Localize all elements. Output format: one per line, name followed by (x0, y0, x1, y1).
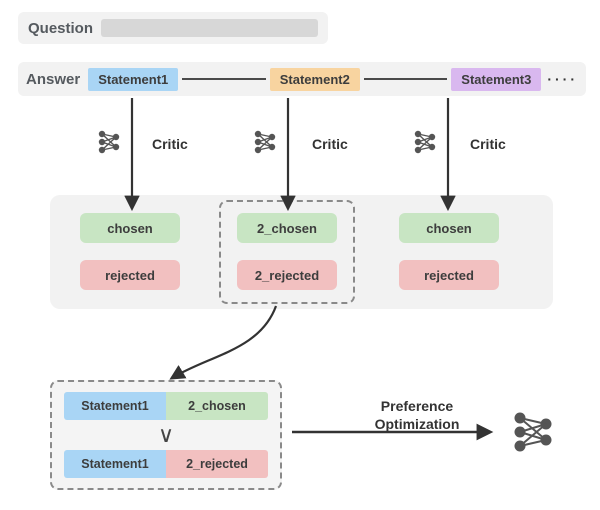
pair1-right: 2_chosen (166, 392, 268, 420)
pair-chosen: Statement1 2_chosen (64, 392, 268, 420)
prefer-symbol: ∨ (64, 424, 268, 446)
network-icon-3 (415, 131, 435, 153)
statement-1: Statement1 (88, 68, 178, 91)
statement-ellipsis: ···· (541, 71, 578, 87)
pair1-left: Statement1 (64, 392, 166, 420)
col2-rejected: 2_rejected (237, 260, 337, 290)
col1-chosen: chosen (80, 213, 180, 243)
answer-row: Answer Statement1 Statement2 Statement3 … (18, 62, 586, 96)
critic-label-2: Critic (312, 136, 348, 152)
statement-3: Statement3 (451, 68, 541, 91)
pair-rejected: Statement1 2_rejected (64, 450, 268, 478)
question-box: Question (18, 12, 328, 44)
col2-chosen: 2_chosen (237, 213, 337, 243)
question-placeholder (101, 19, 318, 37)
statement-2: Statement2 (270, 68, 360, 91)
network-icon-1 (99, 131, 119, 153)
col1-rejected: rejected (80, 260, 180, 290)
preference-optimization-label: Preference Optimization (362, 398, 472, 433)
arrow-to-preference-box (172, 306, 276, 378)
preference-pair-box: Statement1 2_chosen ∨ Statement1 2_rejec… (50, 380, 282, 490)
link-line-1 (182, 78, 265, 80)
po-line2: Optimization (375, 416, 460, 432)
answer-label: Answer (26, 71, 80, 88)
po-line1: Preference (381, 398, 453, 414)
pair2-right: 2_rejected (166, 450, 268, 478)
col3-rejected: rejected (399, 260, 499, 290)
critic-label-1: Critic (152, 136, 188, 152)
question-label: Question (28, 20, 93, 37)
network-icon-2 (255, 131, 275, 153)
critic-label-3: Critic (470, 136, 506, 152)
link-line-2 (364, 78, 447, 80)
pair2-left: Statement1 (64, 450, 166, 478)
col3-chosen: chosen (399, 213, 499, 243)
model-network-icon (515, 413, 552, 452)
